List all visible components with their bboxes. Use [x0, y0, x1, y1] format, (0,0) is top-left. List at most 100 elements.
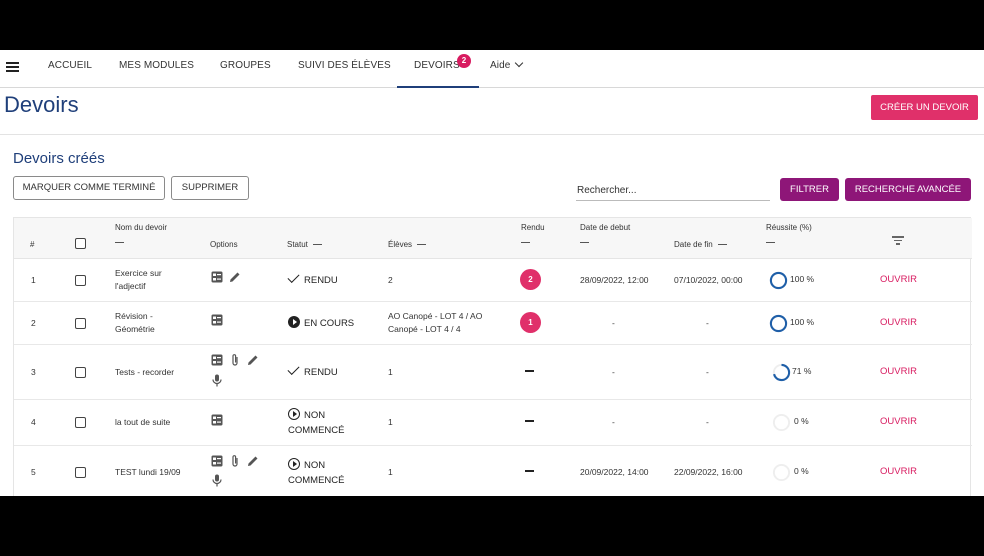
delete-button[interactable]: SUPPRIMER [171, 176, 249, 200]
mark-done-button[interactable]: MARQUER COMME TERMINÉ [13, 176, 165, 200]
end-date: - [706, 367, 709, 377]
assignment-name: Tests - recorder [115, 367, 175, 377]
nav-suivi-des-eleves[interactable]: SUIVI DES ÉLÈVES [298, 50, 391, 88]
header-name-label: Nom du devoir [115, 223, 168, 232]
assignment-name: Révision - Géométrie [115, 311, 155, 334]
nav-aide[interactable]: Aide [490, 50, 524, 88]
checklist-icon[interactable] [211, 455, 223, 467]
end-date: - [706, 417, 709, 427]
success-progress-ring [769, 314, 788, 333]
checklist-icon[interactable] [211, 354, 223, 366]
header-success[interactable]: Réussite (%) [766, 223, 812, 243]
advanced-search-button[interactable]: RECHERCHE AVANCÉE [845, 178, 971, 201]
select-all-checkbox[interactable] [75, 238, 86, 249]
row-checkbox[interactable] [75, 417, 86, 428]
attachment-icon[interactable] [230, 454, 240, 468]
status-label: EN COURS [304, 318, 355, 329]
chevron-down-icon [515, 58, 524, 68]
returned-count-badge: 1 [520, 312, 541, 333]
status-non-commence: NON COMMENCÉ [288, 408, 358, 438]
page-title: Devoirs [4, 92, 79, 117]
header-name[interactable]: Nom du devoir [115, 223, 167, 243]
check-icon [287, 270, 300, 284]
header-returned[interactable]: Rendu [521, 223, 545, 243]
checklist-icon[interactable] [211, 314, 223, 326]
assignments-table: # Nom du devoir Options Statut Élèves Re… [13, 217, 972, 496]
assignment-name: TEST lundi 19/09 [115, 467, 181, 477]
microphone-icon[interactable] [212, 474, 222, 487]
end-date: - [706, 318, 709, 328]
header-returned-label: Rendu [521, 223, 545, 232]
nav-groupes[interactable]: GROUPES [220, 50, 271, 88]
success-percent: 100 % [790, 317, 815, 327]
row-checkbox[interactable] [75, 275, 86, 286]
status-rendu: RENDU [287, 362, 338, 380]
row-number: 1 [31, 275, 36, 285]
edit-pencil-icon[interactable] [229, 271, 241, 283]
success-progress-ring [772, 413, 791, 432]
header-students[interactable]: Élèves [388, 240, 427, 249]
header-start-date[interactable]: Date de debut [580, 223, 630, 243]
top-navigation: ACCUEIL MES MODULES GROUPES SUIVI DES ÉL… [0, 50, 984, 88]
open-link[interactable]: OUVRIR [880, 466, 917, 477]
open-link[interactable]: OUVRIR [880, 274, 917, 285]
header-end-date[interactable]: Date de fin [674, 240, 727, 249]
notification-badge: 2 [457, 54, 471, 68]
start-date: - [612, 417, 615, 427]
header-status[interactable]: Statut [287, 240, 322, 249]
header-num: # [30, 240, 35, 249]
row-checkbox[interactable] [75, 467, 86, 478]
menu-icon[interactable] [6, 62, 19, 72]
returned-none-dash [525, 470, 534, 472]
row-number: 4 [31, 417, 36, 427]
returned-none-dash [525, 420, 534, 422]
table-row: 5 TEST lundi 19/09 NON COMMENCÉ 1 20/09/… [14, 446, 972, 496]
nav-mes-modules[interactable]: MES MODULES [119, 50, 194, 88]
sort-dash-icon [115, 242, 124, 243]
table-row: 4 la tout de suite NON COMMENCÉ 1 - - 0 … [14, 400, 972, 446]
row-number: 3 [31, 367, 36, 377]
table-row: 3 Tests - recorder RENDU 1 - - 71 % OUVR… [14, 345, 972, 400]
check-icon [287, 362, 300, 376]
success-percent: 0 % [794, 416, 809, 426]
filter-list-icon[interactable] [892, 236, 904, 245]
table-row: 1 Exercice sur l'adjectif RENDU 2 2 28/0… [14, 259, 972, 302]
section-title: Devoirs créés [13, 150, 105, 167]
open-link[interactable]: OUVRIR [880, 317, 917, 328]
microphone-icon[interactable] [212, 374, 222, 387]
header-success-label: Réussite (%) [766, 223, 812, 232]
play-outline-icon [288, 458, 300, 471]
edit-pencil-icon[interactable] [247, 455, 259, 467]
status-non-commence: NON COMMENCÉ [288, 458, 358, 488]
search-input[interactable] [576, 181, 770, 201]
students-value: 2 [388, 275, 393, 285]
sort-dash-icon [521, 242, 530, 243]
students-value: AO Canopé - LOT 4 / AO Canopé - LOT 4 / … [388, 311, 483, 334]
sort-dash-icon [766, 242, 775, 243]
returned-count-badge: 2 [520, 269, 541, 290]
open-link[interactable]: OUVRIR [880, 366, 917, 377]
success-progress-ring [772, 463, 791, 482]
create-assignment-button[interactable]: CRÉER UN DEVOIR [871, 95, 978, 120]
nav-devoirs[interactable]: DEVOIRS 2 [397, 50, 479, 88]
edit-pencil-icon[interactable] [247, 354, 259, 366]
filter-button[interactable]: FILTRER [780, 178, 839, 201]
header-end-label: Date de fin [674, 240, 713, 249]
checklist-icon[interactable] [211, 271, 223, 283]
students-value: 1 [388, 467, 393, 477]
open-link[interactable]: OUVRIR [880, 416, 917, 427]
row-number: 2 [31, 318, 36, 328]
header-start-label: Date de debut [580, 223, 631, 232]
assignment-name: la tout de suite [115, 417, 171, 427]
start-date: - [612, 318, 615, 328]
status-rendu: RENDU [287, 270, 338, 288]
sort-dash-icon [717, 244, 727, 246]
nav-accueil[interactable]: ACCUEIL [48, 50, 92, 88]
attachment-icon[interactable] [230, 353, 240, 367]
checklist-icon[interactable] [211, 414, 223, 426]
row-checkbox[interactable] [75, 318, 86, 329]
end-date: 22/09/2022, 16:00 [674, 467, 743, 477]
students-value: 1 [388, 417, 393, 427]
start-date: 28/09/2022, 12:00 [580, 275, 649, 285]
row-checkbox[interactable] [75, 367, 86, 378]
